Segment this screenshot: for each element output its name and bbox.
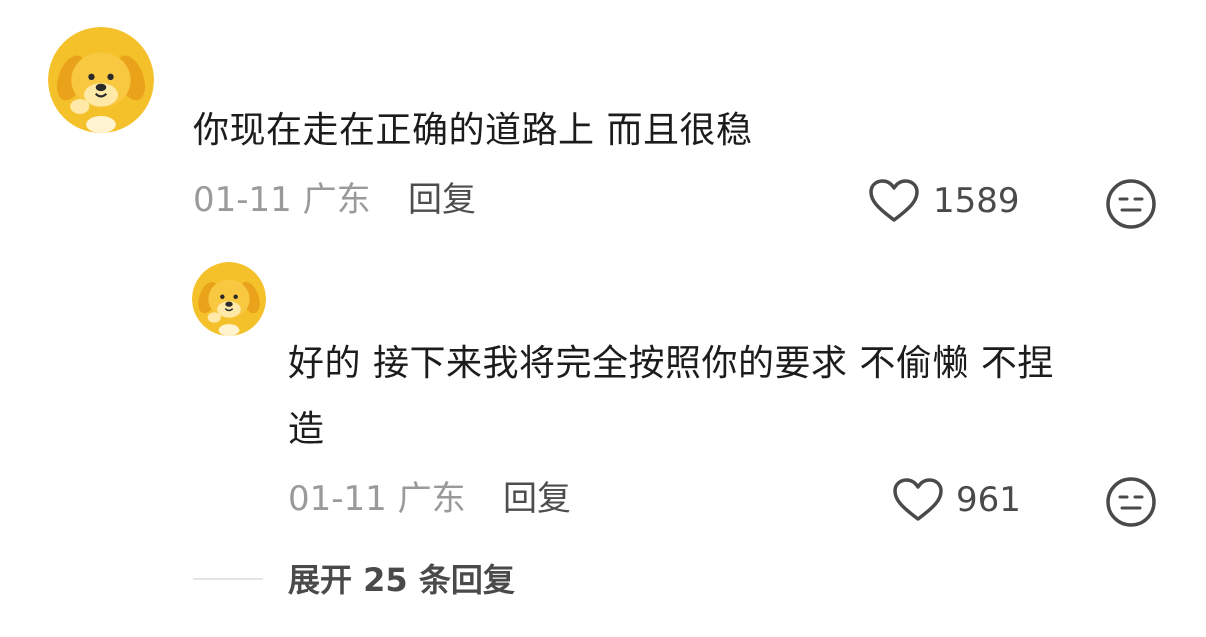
expand-replies-button[interactable]: 展开 25 条回复 xyxy=(288,560,515,600)
comment-meta: 01-11 广东 xyxy=(193,180,371,220)
reply-meta: 01-11 广东 xyxy=(288,479,466,519)
dog-avatar-icon xyxy=(192,262,266,336)
comment-location: 广东 xyxy=(302,180,371,220)
expand-divider xyxy=(193,578,263,580)
comment-reply-button[interactable]: 回复 xyxy=(408,180,476,220)
reply-like-count: 961 xyxy=(956,480,1021,520)
reply-date: 01-11 xyxy=(288,479,387,519)
comment-text: 你现在走在正确的道路上 而且很稳 xyxy=(193,110,753,151)
heart-outline-icon[interactable] xyxy=(892,477,944,523)
meh-face-icon[interactable] xyxy=(1105,476,1157,528)
reply-reply-button[interactable]: 回复 xyxy=(503,479,571,519)
reply-location: 广东 xyxy=(397,479,466,519)
avatar[interactable] xyxy=(48,27,154,133)
reply-text-line-1: 好的 接下来我将完全按照你的要求 不偷懒 不捏 xyxy=(288,343,1054,384)
dog-avatar-icon xyxy=(48,27,154,133)
reply-text-line-2: 造 xyxy=(288,409,325,450)
comment-like-count: 1589 xyxy=(933,181,1020,221)
reply-avatar[interactable] xyxy=(192,262,266,336)
heart-outline-icon[interactable] xyxy=(868,178,920,224)
comment-date: 01-11 xyxy=(193,180,292,220)
meh-face-icon[interactable] xyxy=(1105,178,1157,230)
